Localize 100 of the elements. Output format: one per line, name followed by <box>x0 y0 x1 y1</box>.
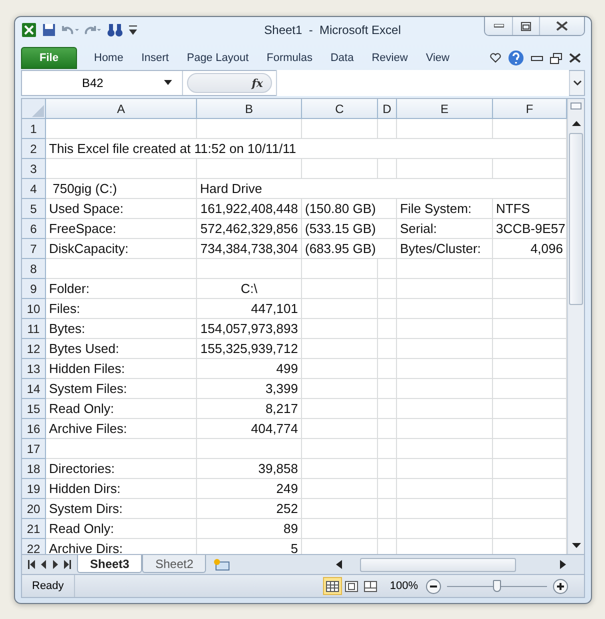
table-cell[interactable] <box>378 299 397 319</box>
table-cell[interactable]: Archive Files: <box>46 419 197 439</box>
row-header[interactable]: 1 <box>22 119 46 139</box>
table-cell[interactable] <box>302 339 378 359</box>
table-cell[interactable] <box>46 159 197 179</box>
table-cell[interactable] <box>378 319 397 339</box>
table-cell[interactable] <box>302 319 378 339</box>
normal-view-button[interactable] <box>322 577 342 595</box>
close-button[interactable] <box>539 17 584 35</box>
undo-icon[interactable] <box>61 24 79 36</box>
table-cell[interactable]: 39,858 <box>197 459 302 479</box>
table-cell[interactable]: Read Only: <box>46 399 197 419</box>
ribbon-tab[interactable]: Data <box>321 47 363 69</box>
table-cell[interactable] <box>397 319 493 339</box>
table-cell[interactable] <box>302 459 378 479</box>
row-header[interactable]: 8 <box>22 259 46 279</box>
minimize-icon[interactable] <box>531 56 543 60</box>
table-cell[interactable] <box>378 119 397 139</box>
row-header[interactable]: 17 <box>22 439 46 459</box>
table-cell[interactable] <box>397 359 493 379</box>
first-sheet-icon[interactable] <box>28 560 35 569</box>
table-cell[interactable] <box>302 419 378 439</box>
row-header[interactable]: 3 <box>22 159 46 179</box>
table-cell[interactable]: 8,217 <box>197 399 302 419</box>
ribbon-tab[interactable]: View <box>416 47 458 69</box>
table-cell[interactable] <box>378 359 397 379</box>
table-cell[interactable]: 499 <box>197 359 302 379</box>
table-cell[interactable] <box>197 159 302 179</box>
row-header[interactable]: 7 <box>22 239 46 259</box>
table-cell[interactable]: 89 <box>197 519 302 539</box>
table-cell[interactable]: (150.80 GB) <box>302 199 397 219</box>
table-cell[interactable]: Serial: <box>397 219 493 239</box>
row-header[interactable]: 13 <box>22 359 46 379</box>
table-cell[interactable] <box>397 339 493 359</box>
row-header[interactable]: 2 <box>22 139 46 159</box>
table-cell[interactable]: (683.95 GB) <box>302 239 397 259</box>
row-header[interactable]: 11 <box>22 319 46 339</box>
table-cell[interactable]: 154,057,973,893 <box>197 319 302 339</box>
table-cell[interactable] <box>302 279 378 299</box>
table-cell[interactable]: C:\ <box>197 279 302 299</box>
name-box[interactable]: B42 <box>22 71 183 95</box>
table-cell[interactable] <box>397 259 493 279</box>
maximize-button[interactable] <box>512 17 539 35</box>
table-cell[interactable]: Hidden Files: <box>46 359 197 379</box>
row-header[interactable]: 10 <box>22 299 46 319</box>
table-cell[interactable] <box>397 479 493 499</box>
save-icon[interactable] <box>42 23 56 37</box>
binoculars-icon[interactable] <box>107 23 123 37</box>
table-cell[interactable]: Bytes Used: <box>46 339 197 359</box>
table-cell[interactable]: Bytes/Cluster: <box>397 239 493 259</box>
row-header[interactable]: 19 <box>22 479 46 499</box>
table-cell[interactable]: FreeSpace: <box>46 219 197 239</box>
column-header[interactable]: D <box>378 99 397 119</box>
table-cell[interactable]: 734,384,738,304 <box>197 239 302 259</box>
table-cell[interactable]: (533.15 GB) <box>302 219 397 239</box>
customize-caret-icon[interactable] <box>128 24 138 36</box>
previous-sheet-icon[interactable] <box>40 560 47 569</box>
column-header[interactable]: C <box>302 99 378 119</box>
table-cell[interactable] <box>378 419 397 439</box>
horizontal-scroll-thumb[interactable] <box>360 558 516 572</box>
table-cell[interactable] <box>46 259 197 279</box>
file-tab[interactable]: File <box>21 47 77 69</box>
ribbon-tab[interactable]: Home <box>85 47 132 69</box>
table-cell[interactable] <box>302 359 378 379</box>
close-icon[interactable] <box>569 53 581 63</box>
row-header[interactable]: 9 <box>22 279 46 299</box>
table-cell[interactable] <box>378 259 397 279</box>
insert-function-button[interactable]: fx <box>187 73 272 93</box>
split-handle-icon[interactable] <box>570 102 582 112</box>
row-header[interactable]: 6 <box>22 219 46 239</box>
table-cell[interactable] <box>302 379 378 399</box>
table-cell[interactable]: System Dirs: <box>46 499 197 519</box>
table-cell[interactable]: 252 <box>197 499 302 519</box>
scroll-right-icon[interactable] <box>560 560 566 569</box>
table-cell[interactable]: 249 <box>197 479 302 499</box>
row-header[interactable]: 20 <box>22 499 46 519</box>
last-sheet-icon[interactable] <box>64 560 71 569</box>
row-header[interactable]: 14 <box>22 379 46 399</box>
table-cell[interactable] <box>397 459 493 479</box>
table-cell[interactable]: File System: <box>397 199 493 219</box>
table-cell[interactable] <box>397 299 493 319</box>
table-cell[interactable]: Hidden Dirs: <box>46 479 197 499</box>
table-cell[interactable]: 155,325,939,712 <box>197 339 302 359</box>
table-cell[interactable]: 750gig (C:) <box>46 179 197 199</box>
table-cell[interactable] <box>302 299 378 319</box>
table-cell[interactable] <box>397 119 493 139</box>
table-cell[interactable] <box>378 339 397 359</box>
table-cell[interactable]: Folder: <box>46 279 197 299</box>
restore-icon[interactable] <box>550 52 562 64</box>
table-cell[interactable] <box>302 479 378 499</box>
expand-caret-icon[interactable] <box>572 80 582 86</box>
table-cell[interactable] <box>302 119 378 139</box>
table-cell[interactable] <box>397 519 493 539</box>
minimize-button[interactable] <box>485 17 512 35</box>
next-sheet-icon[interactable] <box>52 560 59 569</box>
table-cell[interactable]: This Excel file created at 11:52 on 10/11/11 <box>46 139 567 159</box>
scroll-up-icon[interactable] <box>572 120 580 126</box>
vertical-scroll-thumb[interactable] <box>569 133 583 305</box>
table-cell[interactable] <box>302 399 378 419</box>
table-cell[interactable]: 404,774 <box>197 419 302 439</box>
